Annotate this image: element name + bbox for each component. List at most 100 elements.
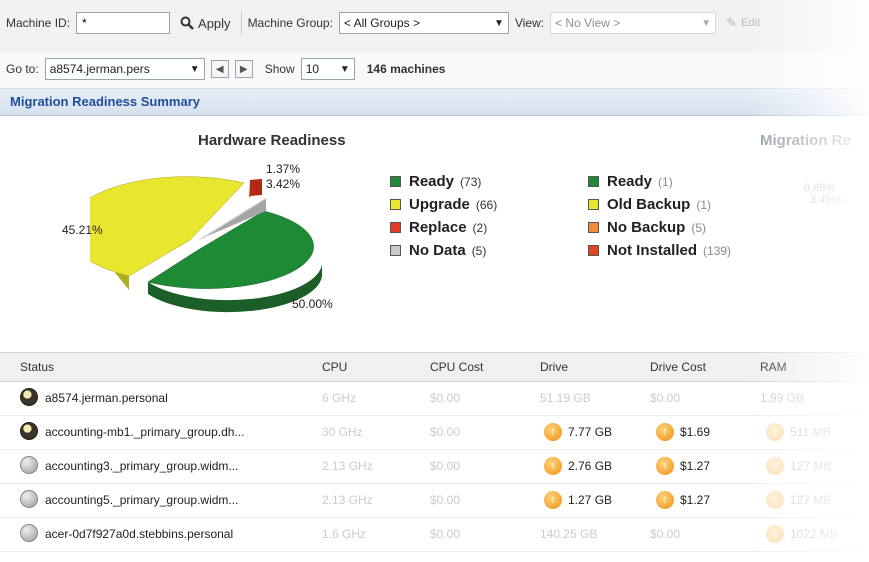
next-page-button[interactable]: ▶ <box>234 60 253 78</box>
goto-value: a8574.jerman.pers <box>49 62 150 76</box>
legend-item-no-data: No Data (5) <box>390 239 497 262</box>
pie-label-no-data: 3.42% <box>266 177 301 191</box>
column-header-cpu-cost[interactable]: CPU Cost <box>430 360 483 374</box>
cpu-cost-value: $0.00 <box>430 493 461 507</box>
machine-group-select[interactable]: < All Groups > ▼ <box>338 12 509 34</box>
apply-button[interactable]: Apply <box>176 12 235 34</box>
legend-swatch <box>588 245 599 256</box>
column-header-status[interactable]: Status <box>20 360 54 374</box>
upgrade-arrow-icon: ↑ <box>766 457 784 475</box>
legend-count: (2) <box>472 220 488 235</box>
table-header: Status CPU CPU Cost Drive Drive Cost RAM <box>0 352 869 382</box>
column-header-drive[interactable]: Drive <box>540 360 568 374</box>
pencil-icon: ✎ <box>726 15 737 30</box>
previous-page-button[interactable]: ◀ <box>210 60 229 78</box>
legend-item-not-installed: Not Installed (139) <box>588 239 731 262</box>
machine-name[interactable]: accounting5._primary_group.widm... <box>45 493 238 507</box>
legend-swatch <box>390 245 401 256</box>
apply-label: Apply <box>198 15 231 31</box>
machine-id-label: Machine ID: <box>6 16 71 30</box>
column-header-drive-cost[interactable]: Drive Cost <box>650 360 706 374</box>
legend-item-old-backup: Old Backup (1) <box>588 193 731 216</box>
machine-name[interactable]: acer-0d7f927a0d.stebbins.personal <box>45 527 233 541</box>
machine-status-offline-icon <box>20 456 38 474</box>
view-select[interactable]: < No View > ▼ <box>550 12 717 34</box>
cpu-cost-value: $0.00 <box>430 425 461 439</box>
chevron-right-icon: ▶ <box>239 63 248 75</box>
machines-count: 146 machines <box>366 62 446 76</box>
legend-label: No Data <box>409 242 466 259</box>
legend-count: (73) <box>460 174 482 189</box>
cpu-cost-value: $0.00 <box>430 391 461 405</box>
cpu-value: 6 GHz <box>322 391 357 405</box>
table-row[interactable]: accounting5._primary_group.widm... 2.13 G… <box>0 483 869 518</box>
legend-label: Old Backup <box>607 196 691 213</box>
ram-value: 511 MB <box>790 425 831 439</box>
drive-cost-value: $1.27 <box>680 493 711 507</box>
hardware-chart-title: Hardware Readiness <box>198 132 346 149</box>
migration-legend: Ready (1) Old Backup (1) No Backup (5) Not … <box>588 170 731 262</box>
machine-name[interactable]: a8574.jerman.personal <box>45 391 168 405</box>
page-size-select[interactable]: 10 ▼ <box>300 58 355 80</box>
upgrade-arrow-icon: ↑ <box>544 491 562 509</box>
legend-item-ready: Ready (73) <box>390 170 497 193</box>
page-size-value: 10 <box>305 62 320 76</box>
pie-label-upgrade: 45.21% <box>62 223 103 237</box>
edit-label: Edit <box>741 17 760 29</box>
machine-status-offline-icon <box>20 524 38 542</box>
table-row[interactable]: accounting-mb1._primary_group.dh... 30 GH… <box>0 415 869 450</box>
column-header-ram[interactable]: RAM <box>760 360 787 374</box>
drive-value: 140.25 GB <box>540 527 598 541</box>
migration-pie-label: 3.45% <box>810 194 842 206</box>
legend-count: (1) <box>658 174 673 189</box>
chevron-down-icon: ▼ <box>189 63 200 75</box>
table-row[interactable]: acer-0d7f927a0d.stebbins.personal 1.6 GHz… <box>0 517 869 552</box>
view-value: < No View > <box>555 16 621 30</box>
drive-value: 7.77 GB <box>568 425 613 439</box>
drive-value: 2.76 GB <box>568 459 613 473</box>
machine-group-value: < All Groups > <box>343 16 420 30</box>
column-header-cpu[interactable]: CPU <box>322 360 347 374</box>
legend-label: Ready <box>607 173 653 190</box>
drive-value: 1.27 GB <box>568 493 613 507</box>
edit-button[interactable]: ✎ Edit <box>722 12 764 34</box>
legend-item-upgrade: Upgrade (66) <box>390 193 497 216</box>
chevron-down-icon: ▼ <box>339 63 350 75</box>
drive-cost-value: $0.00 <box>650 391 681 405</box>
chevron-left-icon: ◀ <box>215 63 224 75</box>
cpu-value: 2.13 GHz <box>322 493 373 507</box>
drive-value: 51.19 GB <box>540 391 591 405</box>
toolbar-separator <box>240 11 242 35</box>
legend-swatch <box>390 222 401 233</box>
upgrade-arrow-icon: ↑ <box>656 457 674 475</box>
legend-count: (5) <box>471 243 487 258</box>
machine-name[interactable]: accounting3._primary_group.widm... <box>45 459 238 473</box>
ram-value: 127 MB <box>790 459 832 473</box>
machine-status-online-icon <box>20 422 38 440</box>
summary-title: Migration Readiness Summary <box>10 94 200 109</box>
legend-label: Not Installed <box>607 242 698 259</box>
hardware-legend: Ready (73) Upgrade (66) Replace (2) No Data… <box>390 170 497 262</box>
migration-chart-title: Migration Re <box>760 132 851 149</box>
legend-label: Ready <box>409 173 455 190</box>
legend-count: (5) <box>691 220 707 235</box>
legend-swatch <box>588 199 599 210</box>
upgrade-arrow-icon: ↑ <box>656 423 674 441</box>
machine-id-input[interactable] <box>76 12 171 34</box>
table-row[interactable]: a8574.jerman.personal 6 GHz $0.00 51.19 GB $… <box>0 381 869 416</box>
summary-header: Migration Readiness Summary <box>0 89 869 116</box>
upgrade-arrow-icon: ↑ <box>544 457 562 475</box>
legend-item-replace: Replace (2) <box>390 216 497 239</box>
machine-group-label: Machine Group: <box>247 16 333 30</box>
cpu-value: 30 GHz <box>322 425 363 439</box>
goto-select[interactable]: a8574.jerman.pers ▼ <box>44 58 205 80</box>
migration-pie-label: 0.68% <box>804 182 836 194</box>
legend-swatch <box>390 176 401 187</box>
machine-name[interactable]: accounting-mb1._primary_group.dh... <box>45 425 244 439</box>
drive-cost-value: $1.27 <box>680 459 711 473</box>
view-label: View: <box>514 16 545 30</box>
upgrade-arrow-icon: ↑ <box>766 525 784 543</box>
table-row[interactable]: accounting3._primary_group.widm... 2.13 G… <box>0 449 869 484</box>
machine-status-offline-icon <box>20 490 38 508</box>
cpu-value: 2.13 GHz <box>322 459 373 473</box>
